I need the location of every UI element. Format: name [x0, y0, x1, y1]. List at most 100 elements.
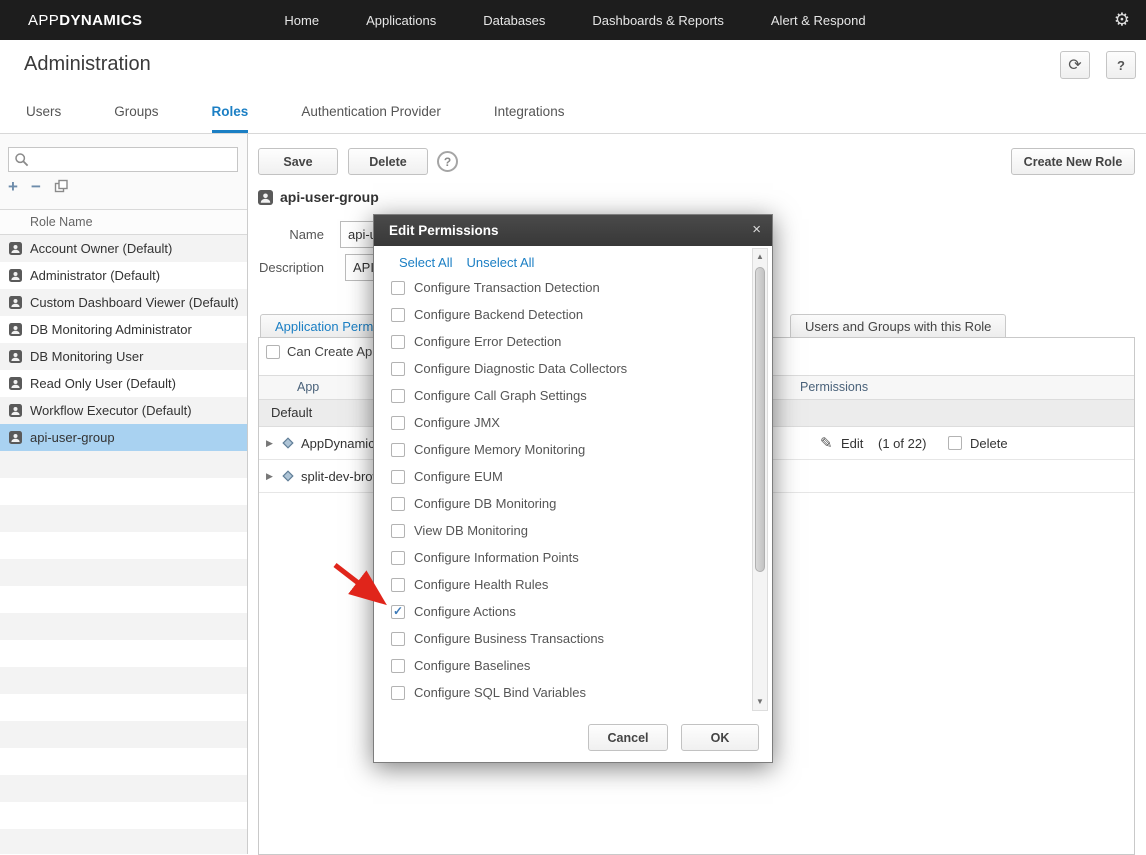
- scroll-up-icon[interactable]: ▲: [753, 250, 767, 264]
- role-list-header: Role Name: [0, 209, 247, 235]
- ok-button[interactable]: OK: [681, 724, 759, 751]
- permission-item: Configure Health Rules: [374, 571, 750, 598]
- user-badge-icon: [258, 190, 273, 205]
- tab-roles[interactable]: Roles: [212, 95, 249, 133]
- delete-button[interactable]: Delete: [348, 148, 428, 175]
- permission-checkbox[interactable]: [391, 470, 405, 484]
- nav-item[interactable]: Applications: [366, 13, 436, 28]
- application-node-icon: [281, 436, 295, 450]
- top-nav-menu: Home Applications Databases Dashboards &…: [284, 13, 865, 28]
- application-name[interactable]: AppDynamics: [301, 436, 381, 451]
- permission-checkbox[interactable]: [391, 308, 405, 322]
- nav-item[interactable]: Alert & Respond: [771, 13, 866, 28]
- expand-arrow-icon[interactable]: ▶: [266, 471, 273, 482]
- gear-icon[interactable]: ⚙: [1114, 10, 1130, 31]
- user-badge-icon: [9, 377, 22, 390]
- role-row[interactable]: api-user-group: [0, 424, 247, 451]
- modal-header[interactable]: Edit Permissions ×: [374, 215, 772, 246]
- name-label: Name: [258, 227, 324, 242]
- permission-checkbox[interactable]: [391, 578, 405, 592]
- modal-title: Edit Permissions: [389, 223, 499, 238]
- close-icon[interactable]: ×: [752, 215, 761, 244]
- edit-permissions-link[interactable]: Edit: [841, 436, 863, 451]
- role-row[interactable]: Workflow Executor (Default): [0, 397, 247, 424]
- user-badge-icon: [9, 242, 22, 255]
- permission-item: Configure Transaction Detection: [374, 274, 750, 301]
- role-row[interactable]: DB Monitoring Administrator: [0, 316, 247, 343]
- delete-permission-checkbox[interactable]: [948, 436, 962, 450]
- role-name: api-user-group: [30, 430, 115, 445]
- permission-checkbox[interactable]: [391, 389, 405, 403]
- add-role-icon[interactable]: +: [8, 178, 18, 195]
- permission-checkbox[interactable]: [391, 362, 405, 376]
- permissions-column-header: Permissions: [800, 376, 868, 399]
- role-name: DB Monitoring Administrator: [30, 322, 192, 337]
- permission-item: Configure Information Points: [374, 544, 750, 571]
- permission-list: Configure Transaction Detection Configur…: [374, 274, 750, 706]
- unselect-all-link[interactable]: Unselect All: [466, 255, 534, 270]
- role-name: Workflow Executor (Default): [30, 403, 192, 418]
- nav-item[interactable]: Databases: [483, 13, 545, 28]
- role-row[interactable]: Administrator (Default): [0, 262, 247, 289]
- permission-checkbox[interactable]: [391, 335, 405, 349]
- permissions-count: (1 of 22): [878, 436, 926, 451]
- scrollbar-thumb[interactable]: [755, 267, 765, 572]
- permission-label: Configure Transaction Detection: [414, 280, 600, 295]
- permission-checkbox[interactable]: [391, 605, 405, 619]
- user-badge-icon: [9, 323, 22, 336]
- delete-permission-label: Delete: [970, 436, 1008, 451]
- permission-checkbox[interactable]: [391, 686, 405, 700]
- nav-item[interactable]: Dashboards & Reports: [592, 13, 724, 28]
- permission-item: Configure Business Transactions: [374, 625, 750, 652]
- scroll-down-icon[interactable]: ▼: [753, 695, 767, 709]
- refresh-button[interactable]: ⟳: [1060, 51, 1090, 79]
- tab-authentication-provider[interactable]: Authentication Provider: [301, 95, 441, 133]
- user-badge-icon: [9, 296, 22, 309]
- tab-users-and-groups[interactable]: Users and Groups with this Role: [790, 314, 1006, 338]
- permission-checkbox[interactable]: [391, 632, 405, 646]
- duplicate-role-icon[interactable]: [54, 179, 69, 194]
- user-badge-icon: [9, 269, 22, 282]
- tab-groups[interactable]: Groups: [114, 95, 158, 133]
- cancel-button[interactable]: Cancel: [588, 724, 668, 751]
- application-node-icon: [281, 469, 295, 483]
- help-button[interactable]: ?: [1106, 51, 1136, 79]
- can-create-checkbox[interactable]: [266, 345, 280, 359]
- permission-checkbox[interactable]: [391, 443, 405, 457]
- nav-item[interactable]: Home: [284, 13, 319, 28]
- permission-checkbox[interactable]: [391, 281, 405, 295]
- permission-item: Configure Error Detection: [374, 328, 750, 355]
- role-search-input[interactable]: [9, 148, 237, 171]
- permission-checkbox[interactable]: [391, 659, 405, 673]
- role-name: Administrator (Default): [30, 268, 160, 283]
- permission-item: Configure JMX: [374, 409, 750, 436]
- logo-text-app: APP: [28, 12, 59, 29]
- save-button[interactable]: Save: [258, 148, 338, 175]
- expand-arrow-icon[interactable]: ▶: [266, 438, 273, 449]
- role-row[interactable]: Custom Dashboard Viewer (Default): [0, 289, 247, 316]
- permission-item: Configure EUM: [374, 463, 750, 490]
- tab-integrations[interactable]: Integrations: [494, 95, 565, 133]
- context-help-icon[interactable]: ?: [437, 151, 458, 172]
- permission-item: Configure Actions: [374, 598, 750, 625]
- role-row[interactable]: DB Monitoring User: [0, 343, 247, 370]
- remove-role-icon[interactable]: −: [31, 178, 41, 195]
- permission-checkbox[interactable]: [391, 551, 405, 565]
- roles-sidebar: + − Role Name Account Owner (Default): [0, 134, 248, 854]
- permission-label: Configure Backend Detection: [414, 307, 583, 322]
- modal-scrollbar[interactable]: ▲ ▼: [752, 248, 768, 711]
- select-all-link[interactable]: Select All: [399, 255, 452, 270]
- permission-item: Configure DB Monitoring: [374, 490, 750, 517]
- permission-checkbox[interactable]: [391, 524, 405, 538]
- permission-checkbox[interactable]: [391, 416, 405, 430]
- tab-users[interactable]: Users: [26, 95, 61, 133]
- role-search-box: [8, 147, 238, 172]
- permission-item: View DB Monitoring: [374, 517, 750, 544]
- permission-checkbox[interactable]: [391, 497, 405, 511]
- top-nav: APPDYNAMICS Home Applications Databases …: [0, 0, 1146, 40]
- edit-pencil-icon[interactable]: ✎: [820, 434, 833, 452]
- role-row[interactable]: Account Owner (Default): [0, 235, 247, 262]
- create-new-role-button[interactable]: Create New Role: [1011, 148, 1135, 175]
- application-name[interactable]: split-dev-brow: [301, 469, 382, 484]
- role-row[interactable]: Read Only User (Default): [0, 370, 247, 397]
